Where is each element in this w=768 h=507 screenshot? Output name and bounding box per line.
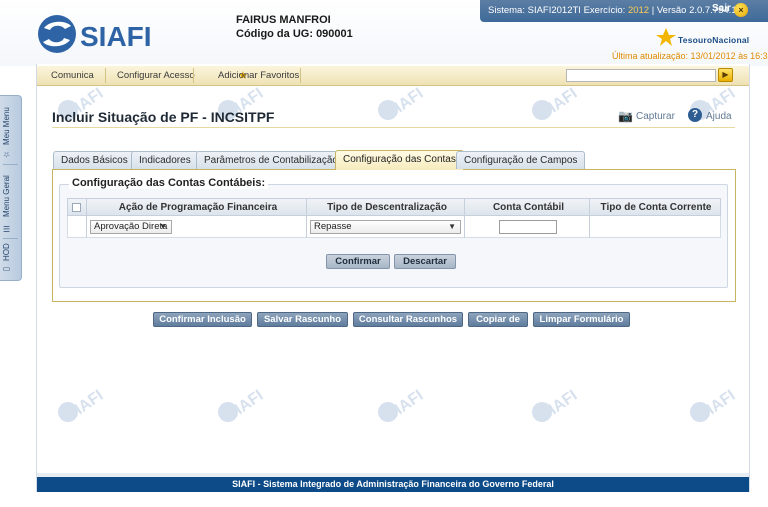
search-go-button[interactable]: ▶ [718, 68, 733, 82]
menu-separator [193, 68, 194, 83]
side-item-meu-menu[interactable]: Meu Menu [2, 104, 20, 148]
svg-text:SIAFI: SIAFI [537, 86, 580, 122]
column-divider [464, 198, 465, 238]
tipo-conta-corrente-cell [594, 220, 714, 234]
ug-value: 090001 [316, 28, 353, 40]
system-label: Sistema: [488, 5, 525, 16]
watermark-icon: SIAFI [218, 388, 267, 424]
watermark-icon: SIAFI [378, 388, 427, 424]
tab-configuracao-contas[interactable]: Configuração das Contas [335, 150, 464, 170]
confirmar-inclusao-button[interactable]: Confirmar Inclusão [153, 312, 252, 327]
svg-text:SIAFI: SIAFI [80, 21, 152, 52]
tab-parametros-contabilizacao[interactable]: Parâmetros de Contabilização [196, 151, 346, 169]
column-header-acao: Ação de Programação Financeira [118, 202, 278, 213]
page-title: Incluir Situação de PF - INCSITPF [52, 109, 275, 125]
search-input[interactable] [566, 69, 716, 82]
consultar-rascunhos-button[interactable]: Consultar Rascunhos [353, 312, 463, 327]
confirm-button[interactable]: Confirmar [326, 254, 390, 269]
title-divider [52, 127, 735, 128]
help-link[interactable]: Ajuda [706, 111, 732, 122]
help-icon[interactable]: ? [688, 108, 702, 122]
watermark-icon: SIAFI [532, 388, 581, 424]
column-divider [86, 198, 87, 238]
last-update: Última atualização: 13/01/2012 às 16:38 [612, 51, 768, 61]
column-divider [306, 198, 307, 238]
side-item-hod[interactable]: HOD [2, 242, 20, 262]
watermark-icon: SIAFI [532, 86, 581, 122]
page-footer: SIAFI - Sistema Integrado de Administraç… [37, 477, 749, 492]
select-all-checkbox[interactable] [72, 203, 81, 212]
user-info: FAIRUS MANFROI Código da UG: 090001 [236, 13, 353, 41]
svg-text:SIAFI: SIAFI [223, 388, 266, 424]
ug-line: Código da UG: 090001 [236, 27, 353, 41]
watermark-icon: SIAFI [690, 388, 739, 424]
watermark-icon: SIAFI [58, 388, 107, 424]
camera-icon[interactable]: 📷 [618, 109, 633, 123]
chevron-down-icon: ▼ [448, 222, 456, 231]
acao-select-value: Aprovação Direta [94, 221, 168, 232]
menu-separator [300, 68, 301, 83]
star-icon: ☆ [2, 150, 11, 160]
tesouro-text: TesouroNacional [678, 35, 750, 45]
column-divider [589, 198, 590, 238]
svg-text:SIAFI: SIAFI [383, 388, 426, 424]
user-name: FAIRUS MANFROI [236, 14, 331, 26]
menu-item-adicionar-favoritos[interactable]: Adicionar Favoritos [218, 70, 299, 81]
section-legend: Configuração das Contas Contábeis: [69, 177, 269, 189]
logout-link[interactable]: Sair [712, 3, 731, 14]
svg-text:SIAFI: SIAFI [537, 388, 580, 424]
limpar-formulario-button[interactable]: Limpar Formulário [533, 312, 630, 327]
chevron-down-icon: ▼ [159, 222, 167, 231]
tipo-select-value: Repasse [314, 221, 352, 232]
column-header-tipo-conta-corrente: Tipo de Conta Corrente [600, 202, 712, 213]
acao-select[interactable]: Aprovação Direta ▼ [90, 220, 172, 234]
tab-dados-basicos[interactable]: Dados Básicos [53, 151, 136, 169]
exercise-value: 2012 [627, 5, 650, 16]
tipo-descentralizacao-select[interactable]: Repasse ▼ [310, 220, 461, 234]
table-header: Ação de Programação Financeira Tipo de D… [67, 198, 721, 216]
side-item-menu-geral[interactable]: Menu Geral [2, 170, 20, 222]
column-header-conta-contabil: Conta Contábil [492, 202, 565, 213]
svg-text:SIAFI: SIAFI [383, 86, 426, 122]
copiar-de-button[interactable]: Copiar de [468, 312, 528, 327]
exercise-label: Exercício: [583, 5, 626, 16]
side-menu: Meu Menu ☆ Menu Geral ☰ HOD ▭ [0, 95, 22, 281]
side-divider [3, 238, 18, 239]
menu-item-configurar-acesso[interactable]: Configurar Acesso [117, 70, 195, 81]
svg-text:SIAFI: SIAFI [63, 388, 106, 424]
side-divider [3, 164, 18, 165]
column-header-tipo-descentralizacao: Tipo de Descentralização [327, 202, 447, 213]
salvar-rascunho-button[interactable]: Salvar Rascunho [257, 312, 348, 327]
menu-separator [105, 68, 106, 83]
tab-configuracao-campos[interactable]: Configuração de Campos [456, 151, 586, 169]
siafi-logo: SIAFI [38, 15, 152, 53]
watermark-icon: SIAFI [378, 86, 427, 122]
version-label: Versão [656, 5, 687, 16]
svg-text:SIAFI: SIAFI [695, 388, 738, 424]
tab-indicadores[interactable]: Indicadores [131, 151, 199, 169]
ug-label: Código da UG: [236, 28, 313, 40]
close-icon[interactable]: × [734, 3, 748, 17]
menu-item-comunica[interactable]: Comunica [51, 70, 94, 81]
system-value: SIAFI2012TI [527, 5, 581, 16]
monitor-icon: ▭ [2, 265, 11, 275]
discard-button[interactable]: Descartar [394, 254, 456, 269]
system-info: Sistema: SIAFI2012TI Exercício: 2012 | V… [488, 5, 748, 16]
conta-contabil-input[interactable] [499, 220, 557, 234]
menu-icon: ☰ [2, 224, 11, 234]
capture-link[interactable]: Capturar [636, 111, 675, 122]
